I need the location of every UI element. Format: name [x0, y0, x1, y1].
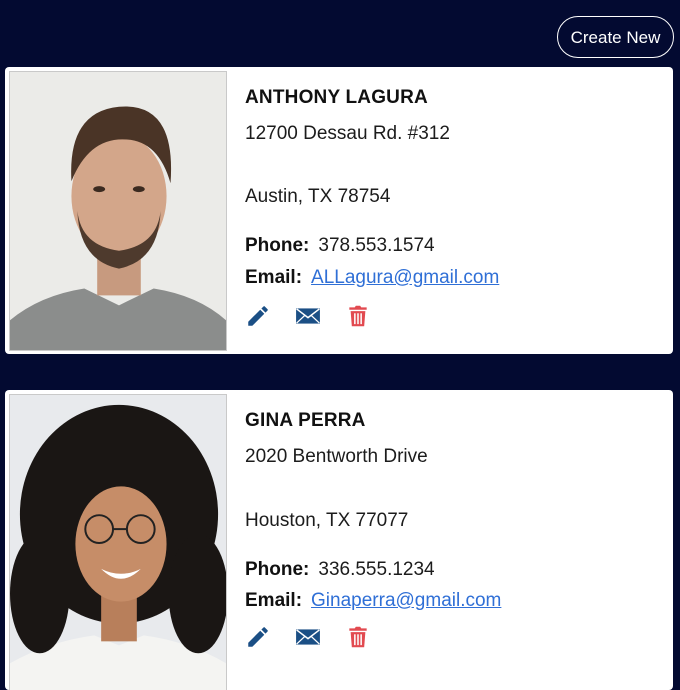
pencil-icon[interactable] — [245, 624, 271, 650]
email-label: Email: — [245, 590, 303, 611]
trash-icon[interactable] — [345, 303, 371, 329]
address-line-1: 2020 Bentworth Drive — [245, 446, 428, 467]
email-label: Email: — [245, 267, 303, 288]
address-line-2: Houston, TX 77077 — [245, 510, 409, 531]
trash-icon[interactable] — [345, 624, 371, 650]
create-new-button[interactable]: Create New — [557, 16, 674, 58]
phone-value: 378.553.1574 — [318, 235, 435, 256]
contact-card: ANTHONY LAGURA 12700 Dessau Rd. #312 Aus… — [5, 67, 673, 354]
pencil-icon[interactable] — [245, 303, 271, 329]
contact-name: ANTHONY LAGURA — [245, 87, 428, 108]
email-link[interactable]: ALLagura@gmail.com — [311, 267, 499, 288]
envelope-icon[interactable] — [295, 303, 321, 329]
contact-photo — [9, 71, 227, 351]
phone-row: Phone: 378.553.1574 — [245, 235, 435, 257]
card-actions — [245, 303, 395, 329]
phone-value: 336.555.1234 — [318, 559, 435, 580]
envelope-icon[interactable] — [295, 624, 321, 650]
email-link[interactable]: Ginaperra@gmail.com — [311, 590, 501, 611]
card-actions — [245, 624, 395, 650]
email-row: Email: Ginaperra@gmail.com — [245, 590, 501, 612]
phone-label: Phone: — [245, 559, 310, 580]
address-line-2: Austin, TX 78754 — [245, 186, 391, 207]
contact-photo — [9, 394, 227, 690]
phone-row: Phone: 336.555.1234 — [245, 559, 435, 581]
email-row: Email: ALLagura@gmail.com — [245, 267, 499, 289]
address-line-1: 12700 Dessau Rd. #312 — [245, 123, 450, 144]
contact-card: GINA PERRA 2020 Bentworth Drive Houston,… — [5, 390, 673, 690]
contact-name: GINA PERRA — [245, 410, 366, 431]
phone-label: Phone: — [245, 235, 310, 256]
